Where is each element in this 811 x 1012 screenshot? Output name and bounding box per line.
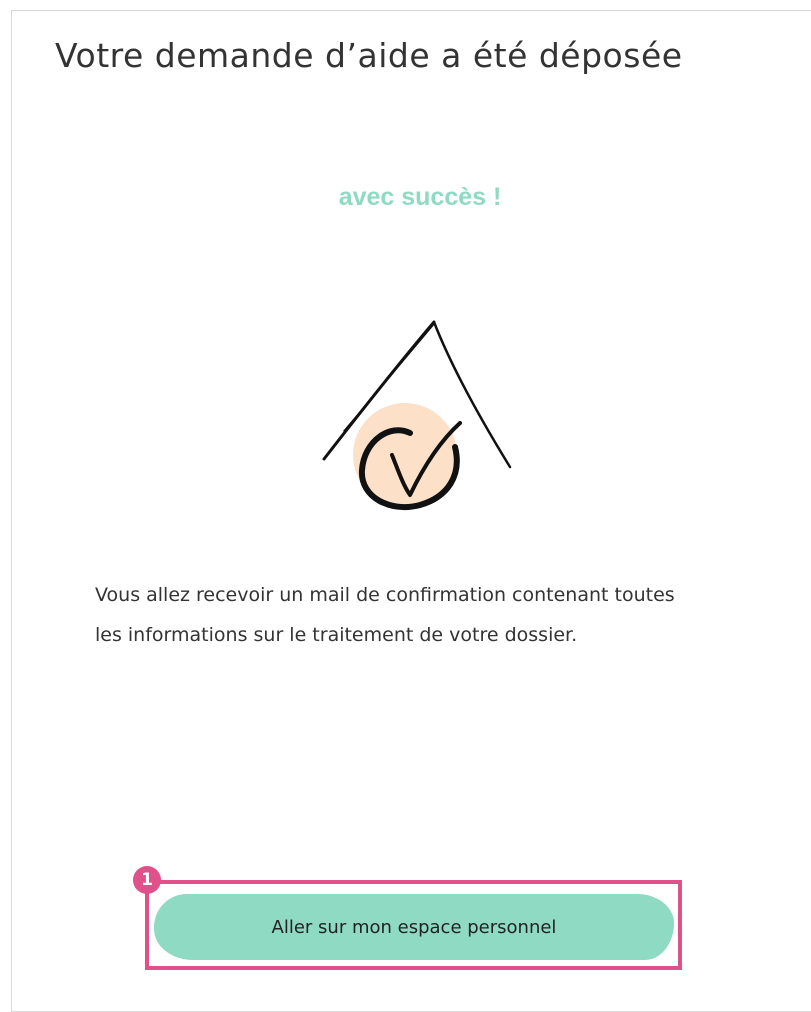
confirmation-message: Vous allez recevoir un mail de confirmat… [95, 584, 675, 646]
page-title: Votre demande d’aide a été déposée [55, 36, 683, 75]
step-badge: 1 [133, 866, 161, 894]
success-subtitle: avec succès ! [338, 183, 502, 211]
personal-space-button[interactable]: Aller sur mon espace personnel [154, 894, 674, 960]
house-checkmark-svg [322, 320, 512, 511]
house-checkmark-icon [310, 315, 530, 535]
